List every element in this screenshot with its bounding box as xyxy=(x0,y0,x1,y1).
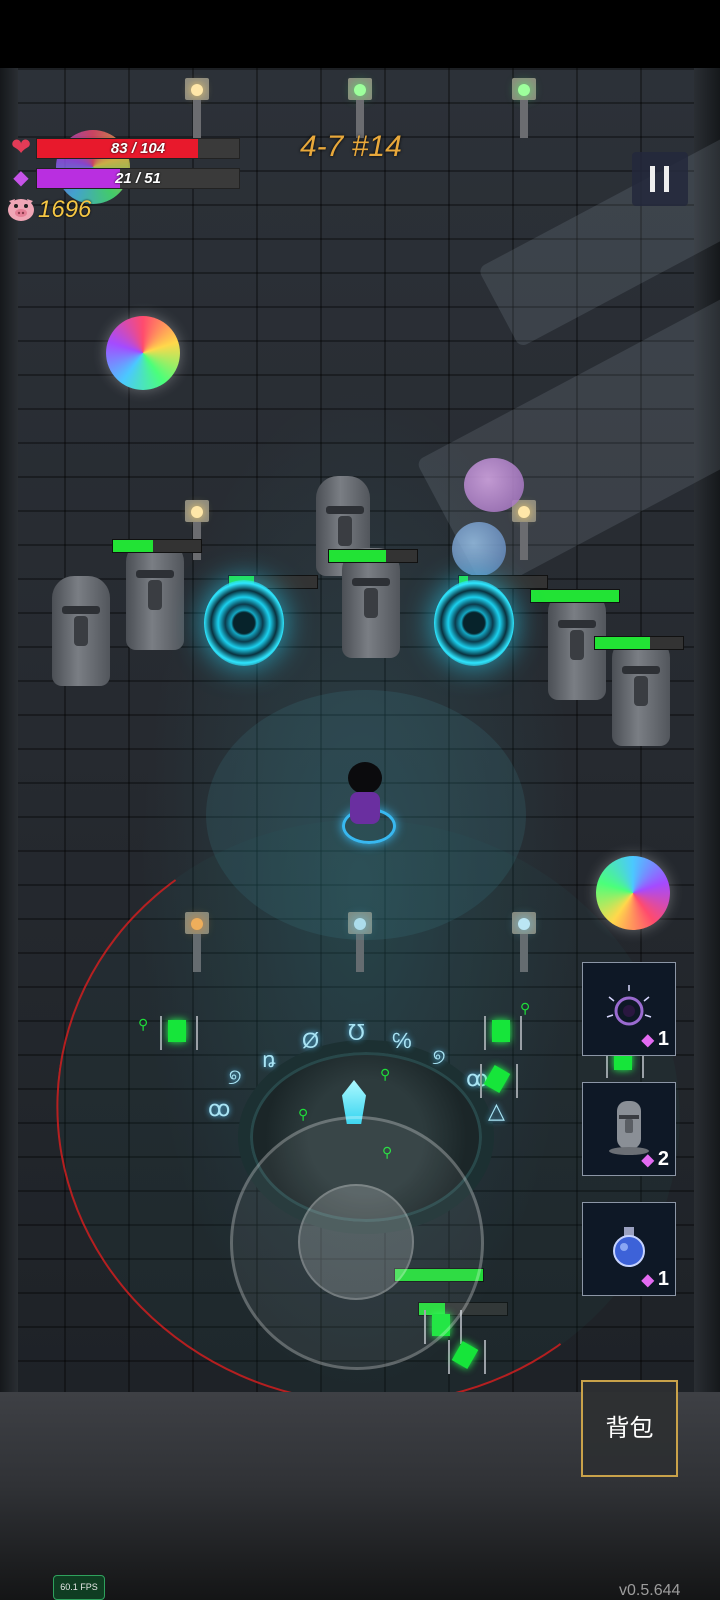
mana-gem-icon: ◆ xyxy=(641,1032,654,1049)
sprout-icon: ⚲ xyxy=(138,1016,149,1032)
vortex-portal[interactable] xyxy=(434,580,514,666)
moai-statue[interactable] xyxy=(126,540,184,650)
moai-statue[interactable] xyxy=(52,576,110,686)
pig-coin-icon xyxy=(6,196,36,222)
rune-glyph: ୭ xyxy=(432,1044,446,1069)
pause-button[interactable] xyxy=(632,152,688,206)
moai-statue-icon xyxy=(603,1097,655,1155)
spider-enemy[interactable] xyxy=(448,1336,486,1376)
lantern xyxy=(512,78,536,138)
coin-counter: 1696 xyxy=(38,196,92,223)
left-rock-wall xyxy=(0,68,18,1392)
health-text: 83 / 104 xyxy=(110,140,166,157)
portal-orb-icon xyxy=(603,977,655,1035)
heart-icon: ❤ xyxy=(10,134,32,161)
player-character[interactable] xyxy=(334,752,396,844)
pause-icon xyxy=(650,166,655,192)
mana-gem-icon: ◆ xyxy=(641,1272,654,1289)
mana-text: 21 / 51 xyxy=(115,170,161,187)
rune-glyph: ୭ xyxy=(228,1064,242,1089)
rune-glyph: △ xyxy=(488,1098,505,1123)
fps-counter: 60.1 FPS xyxy=(53,1575,105,1600)
potion-flask-icon xyxy=(603,1217,655,1275)
joystick-knob[interactable] xyxy=(298,1184,414,1300)
enemy-health-bar xyxy=(328,549,418,563)
rune-glyph: ꝏ xyxy=(208,1096,231,1121)
rune-glyph: ꬻ xyxy=(262,1047,276,1072)
spider-enemy[interactable] xyxy=(480,1060,518,1100)
skill-cost: 1 xyxy=(657,1268,669,1290)
status-bar-area xyxy=(0,0,720,68)
skill-cost: 1 xyxy=(657,1028,669,1050)
rainbow-orb[interactable] xyxy=(106,316,180,390)
sprout-icon: ⚲ xyxy=(380,1066,391,1082)
sprout-icon: ⚲ xyxy=(298,1106,309,1122)
vortex-portal[interactable] xyxy=(204,580,284,666)
enemy-health-bar xyxy=(594,636,684,650)
backpack-button[interactable]: 背包 xyxy=(581,1380,678,1477)
lantern xyxy=(348,78,372,138)
backpack-label: 背包 xyxy=(605,1414,654,1442)
ghost-enemy[interactable] xyxy=(464,458,524,512)
rune-glyph: ℅ xyxy=(392,1028,412,1053)
rune-glyph: Ø xyxy=(302,1028,320,1053)
health-bar: 83 / 104 xyxy=(36,138,240,159)
level-indicator: 4-7 #14 xyxy=(300,130,402,163)
skill-slot-potion[interactable]: ◆ 1 xyxy=(582,1202,676,1296)
mana-gem-icon: ◆ xyxy=(641,1152,654,1169)
rainbow-orb[interactable] xyxy=(596,856,670,930)
rune-glyph: ℧ xyxy=(348,1020,365,1045)
sprout-icon: ⚲ xyxy=(520,1000,531,1016)
enemy-health-bar xyxy=(530,589,620,603)
lantern xyxy=(185,78,209,138)
spider-enemy[interactable] xyxy=(484,1012,522,1052)
skill-slot-portal[interactable]: ◆ 1 xyxy=(582,962,676,1056)
mana-gem-icon: ◆ xyxy=(13,167,29,189)
skill-cost: 2 xyxy=(657,1148,669,1170)
moai-statue[interactable] xyxy=(342,548,400,658)
ghost-enemy[interactable] xyxy=(452,522,506,576)
skill-slot-moai[interactable]: ◆ 2 xyxy=(582,1082,676,1176)
spider-enemy[interactable] xyxy=(160,1012,198,1052)
mana-bar: 21 / 51 xyxy=(36,168,240,189)
moai-statue[interactable] xyxy=(612,636,670,746)
lantern xyxy=(512,500,536,560)
enemy-health-bar xyxy=(112,539,202,553)
pause-icon xyxy=(664,166,669,192)
right-rock-wall xyxy=(694,68,720,1392)
version-label: v0.5.644 xyxy=(619,1582,681,1599)
